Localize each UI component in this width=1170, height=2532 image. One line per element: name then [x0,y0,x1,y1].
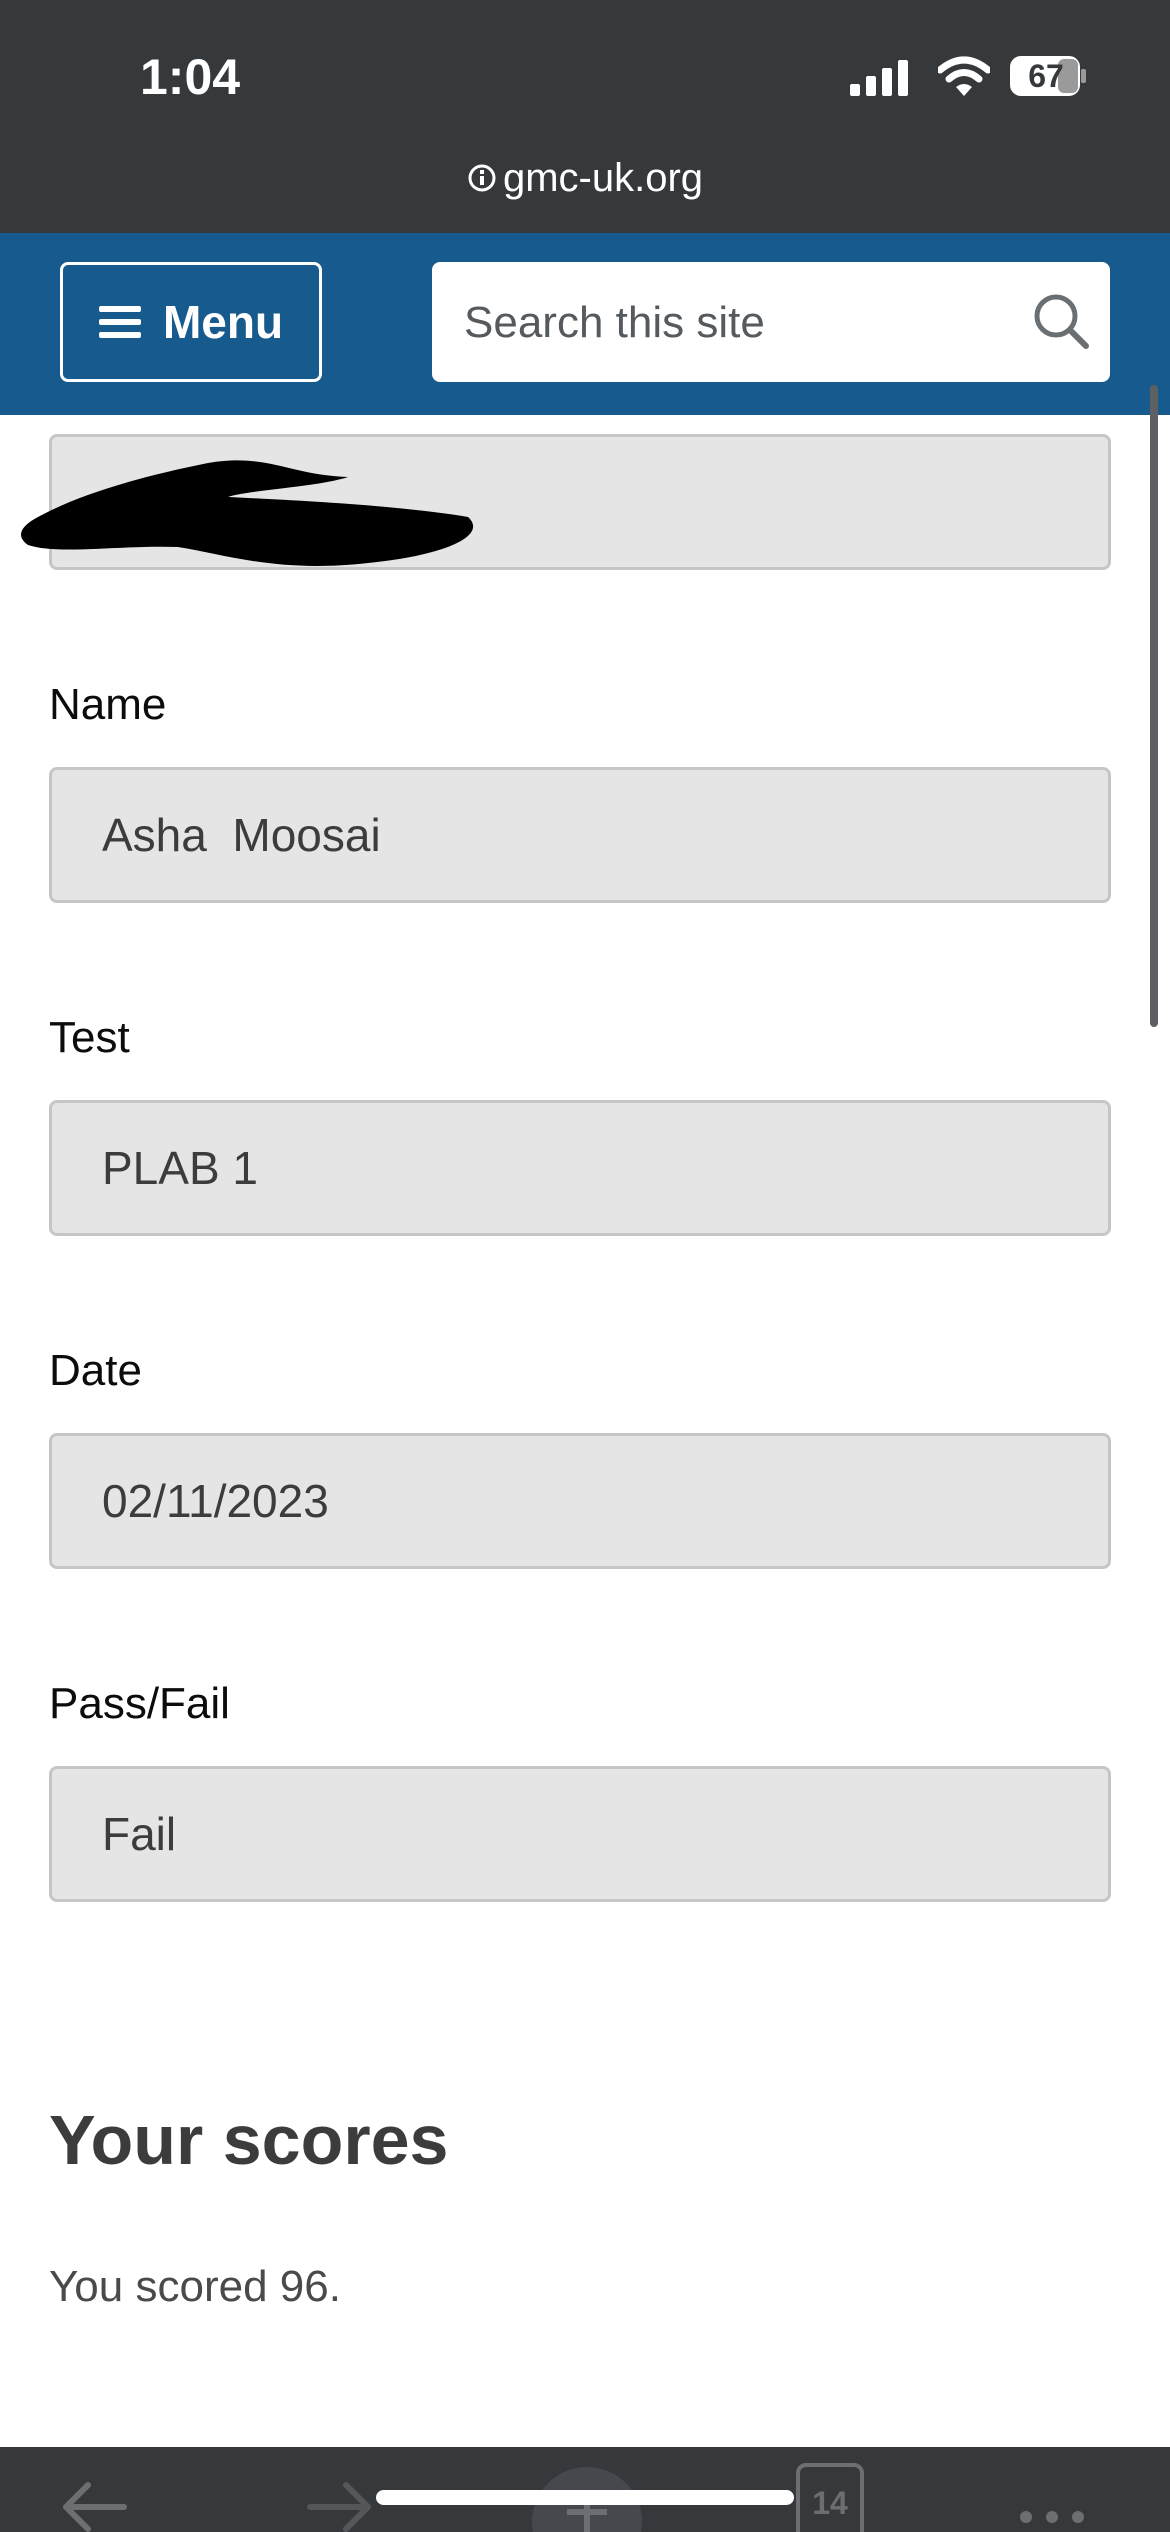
test-label: Test [49,1013,130,1062]
url-text: gmc-uk.org [502,155,704,200]
status-time: 1:04 [140,49,241,105]
back-arrow-icon[interactable] [58,2447,138,2532]
home-indicator[interactable] [376,2490,794,2505]
site-header: Menu [0,233,1170,415]
redaction-mark [21,460,474,566]
menu-button[interactable]: Menu [60,262,322,382]
name-label: Name [49,680,167,729]
search-input[interactable] [462,262,1026,384]
battery-icon: 67 [1010,56,1086,96]
browser-chrome-top: 1:04 67 gmc-uk.org [0,0,1170,233]
forward-arrow-icon[interactable] [300,2447,380,2532]
pass-fail-label: Pass/Fail [49,1679,230,1728]
date-value: 02/11/2023 [102,1475,329,1527]
battery-level: 67 [1028,58,1064,94]
scores-heading: Your scores [49,2101,449,2179]
cellular-signal-icon [850,60,908,96]
status-icons: 67 [850,52,1090,102]
page-scrollbar[interactable] [1150,385,1158,1027]
date-label: Date [49,1346,142,1395]
info-icon [468,164,496,192]
tabs-count-button[interactable]: 14 [796,2463,864,2532]
scores-text: You scored 96. [49,2262,341,2311]
test-value: PLAB 1 [102,1142,258,1194]
hamburger-icon [98,306,141,338]
pass-fail-value: Fail [102,1808,177,1860]
test-field: PLAB 1 [49,1100,1111,1236]
search-box[interactable] [432,262,1110,384]
pass-fail-field: Fail [49,1766,1111,1902]
more-options-icon[interactable] [1014,2447,1094,2532]
url-bar[interactable]: gmc-uk.org [0,150,1170,206]
date-field: 02/11/2023 [49,1433,1111,1569]
wifi-icon [938,56,990,96]
name-field: Asha Moosai [49,767,1111,903]
search-icon[interactable] [1030,290,1092,352]
name-value: Asha Moosai [102,809,381,861]
menu-button-label: Menu [162,296,284,348]
